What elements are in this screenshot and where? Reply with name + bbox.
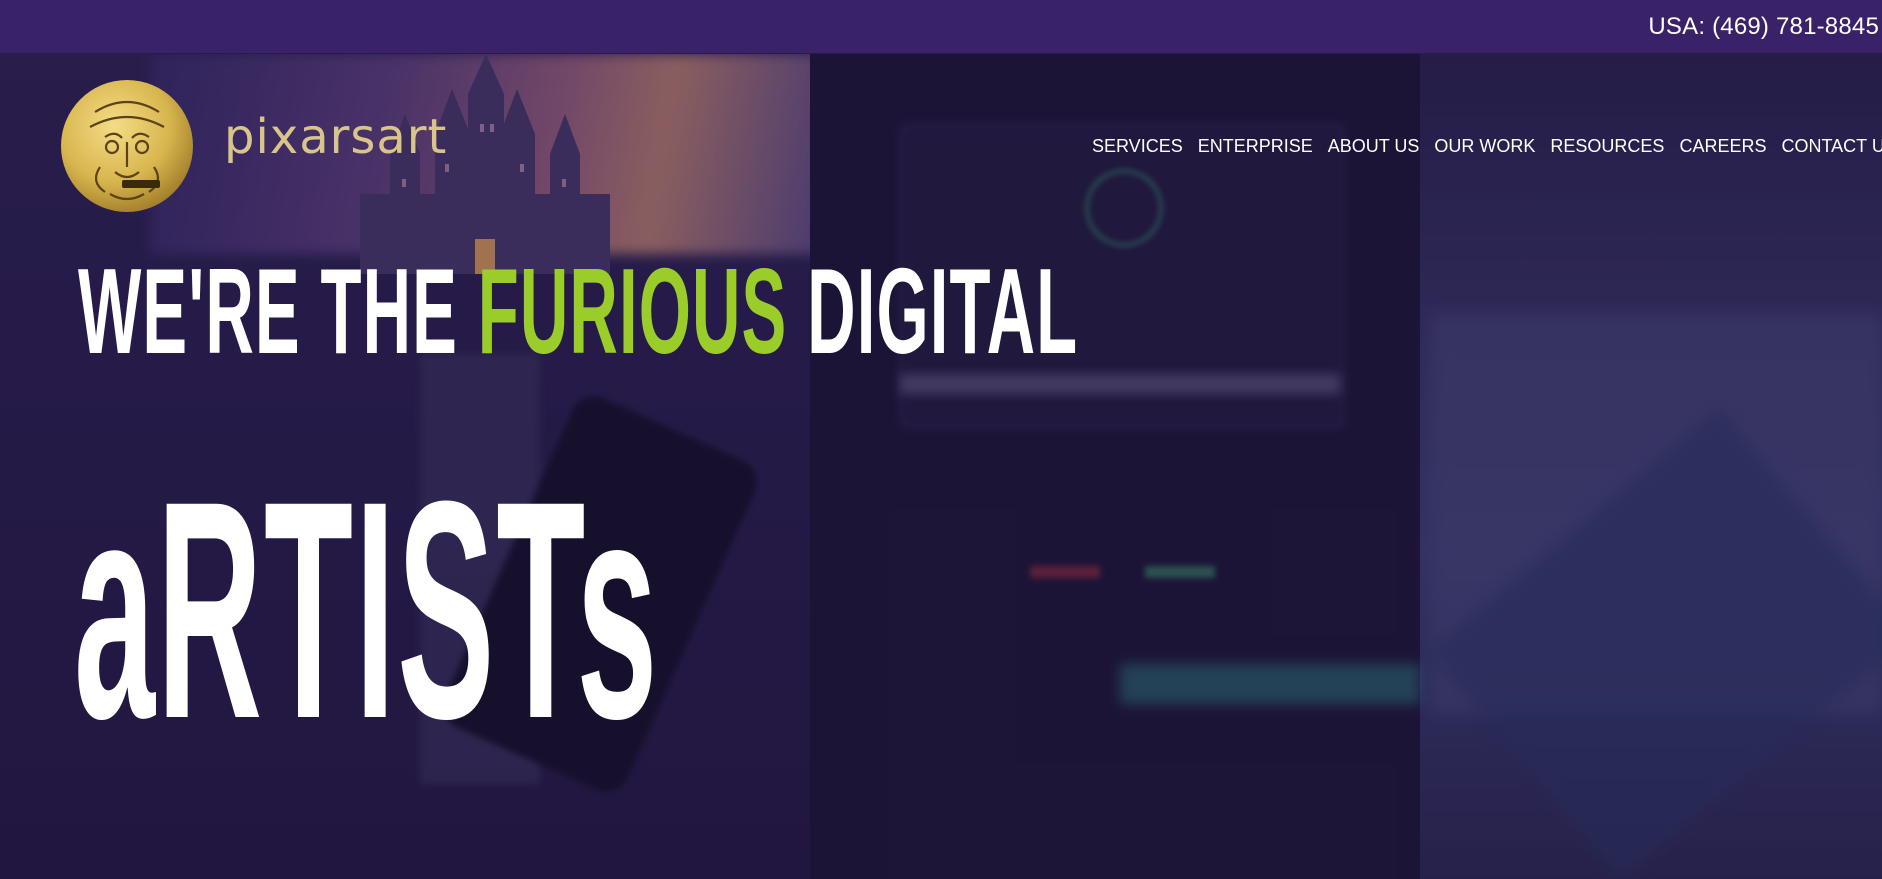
lion-face-icon[interactable] xyxy=(60,72,195,220)
hero-headline: WE'RE THE FURIOUS DIGITAL xyxy=(78,250,1078,372)
phone-number-link[interactable]: USA: (469) 781-8845 xyxy=(1648,13,1879,41)
nav-item-contact-us[interactable]: CONTACT US xyxy=(1781,136,1882,157)
page: USA: (469) 781-8845 pixarsart SERVICES E… xyxy=(0,0,1882,879)
headline-accent: FURIOUS xyxy=(477,243,788,379)
nav-item-about-us[interactable]: ABOUT US xyxy=(1328,136,1420,157)
headline-part-1: WE'RE THE xyxy=(78,243,478,379)
nav-item-resources[interactable]: RESOURCES xyxy=(1550,136,1664,157)
main-nav: SERVICES ENTERPRISE ABOUT US OUR WORK RE… xyxy=(1092,136,1882,157)
nav-item-enterprise[interactable]: ENTERPRISE xyxy=(1198,136,1313,157)
top-bar: USA: (469) 781-8845 xyxy=(0,0,1882,54)
brand-name[interactable]: pixarsart xyxy=(224,113,447,161)
headline-part-2: DIGITAL xyxy=(787,243,1079,379)
nav-item-services[interactable]: SERVICES xyxy=(1092,136,1183,157)
hero-big-word: aRTISTs xyxy=(74,436,660,783)
nav-item-our-work[interactable]: OUR WORK xyxy=(1434,136,1535,157)
nav-item-careers[interactable]: CAREERS xyxy=(1679,136,1766,157)
